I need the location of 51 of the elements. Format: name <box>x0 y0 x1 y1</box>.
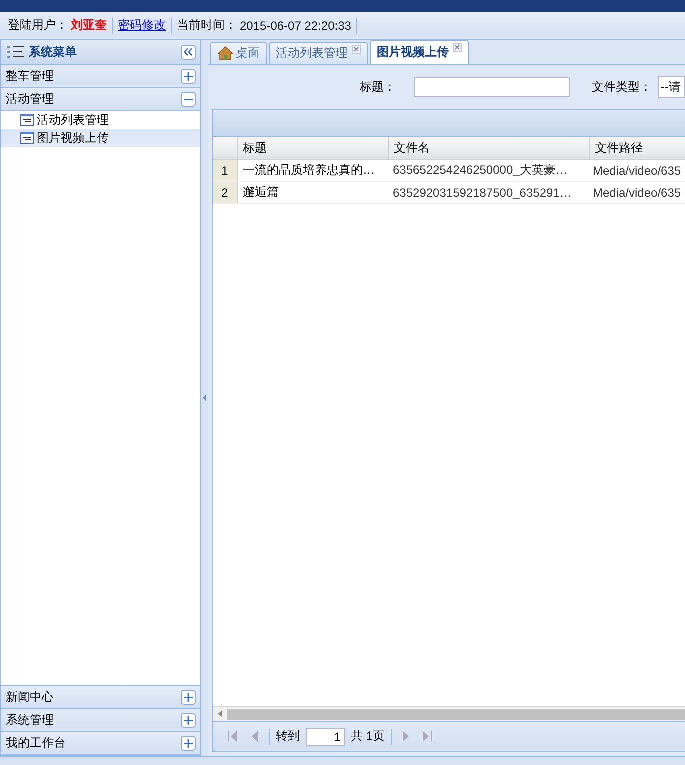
accordion-header[interactable]: 系统管理 <box>1 709 200 732</box>
file-type-select[interactable]: --请 <box>658 76 685 98</box>
filter-label: 标题： <box>360 78 396 96</box>
user-name: 刘亚奎 <box>71 17 107 34</box>
list-icon <box>20 132 34 144</box>
tab[interactable]: 图片视频上传 <box>370 40 469 64</box>
page-total: 共 1页 <box>351 728 386 745</box>
menu-item[interactable]: 活动列表管理 <box>1 111 200 129</box>
table-cell-text: 635292031592187500_635291… <box>392 184 573 202</box>
minus-icon <box>181 92 196 106</box>
plus-icon <box>181 712 196 728</box>
table-cell-text: 一流的品质培养忠真的… <box>242 162 376 179</box>
close-icon[interactable] <box>453 43 462 52</box>
column-header[interactable]: 文件路径 <box>590 137 685 159</box>
menu-icon <box>7 45 25 59</box>
title-input[interactable] <box>414 77 570 97</box>
row-number: 2 <box>213 182 238 203</box>
accordion-header[interactable]: 活动管理 <box>1 88 200 111</box>
menu-item-label: 活动列表管理 <box>37 112 109 128</box>
sidebar-title: 系统菜单 <box>29 44 78 60</box>
change-password-link[interactable]: 密码修改 <box>118 17 166 34</box>
menu-item[interactable]: 图片视频上传 <box>1 129 200 147</box>
table-cell-text: 635652254246250000_大英豪… <box>392 162 569 179</box>
tab[interactable]: 活动列表管理 <box>269 42 368 64</box>
column-header[interactable]: 标题 <box>238 137 389 159</box>
page-input[interactable]: 1 <box>306 728 345 746</box>
time-label: 当前时间： <box>177 17 237 34</box>
close-icon[interactable] <box>352 45 361 54</box>
menu-item-label: 图片视频上传 <box>37 130 109 146</box>
table-cell-text: Media/video/635 <box>592 184 682 202</box>
house-icon <box>217 46 234 61</box>
horizontal-scrollbar[interactable] <box>213 706 685 721</box>
splitter-grip-icon[interactable] <box>203 395 206 401</box>
double-chevron-icon <box>184 48 193 56</box>
list-icon <box>20 114 34 126</box>
filter-label: 文件类型： <box>592 78 652 96</box>
row-number: 1 <box>213 160 238 181</box>
plus-icon <box>181 736 196 750</box>
accordion-header[interactable]: 整车管理 <box>1 65 200 88</box>
table-cell-text: 邂逅篇 <box>242 184 280 201</box>
user-label: 登陆用户： <box>8 17 68 34</box>
tab[interactable]: 桌面 <box>210 42 267 64</box>
goto-label: 转到 <box>276 728 300 745</box>
plus-icon <box>181 690 196 704</box>
column-header[interactable]: 文件名 <box>389 137 590 159</box>
plus-icon <box>181 68 196 84</box>
accordion-header[interactable]: 新闻中心 <box>1 686 200 709</box>
current-time: 2015-06-07 22:20:33 <box>240 18 352 32</box>
collapse-button[interactable] <box>181 44 196 60</box>
table-cell-text: Media/video/635 <box>592 162 682 180</box>
accordion-header[interactable]: 我的工作台 <box>1 732 200 755</box>
